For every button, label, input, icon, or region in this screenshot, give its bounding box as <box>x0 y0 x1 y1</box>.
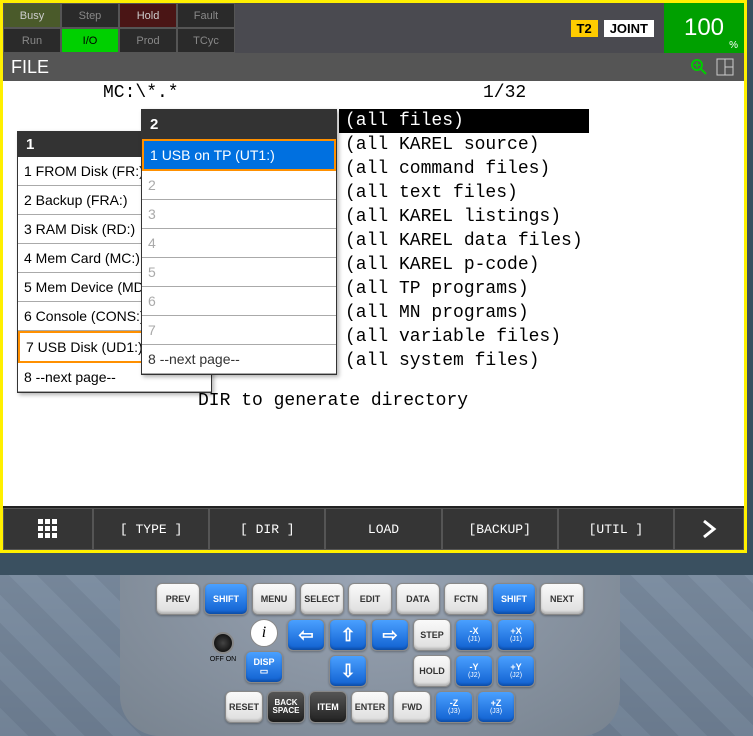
file-row-selected[interactable]: (all files) <box>339 109 589 133</box>
file-row[interactable]: (all KAREL p-code) <box>339 253 589 277</box>
key-shift-left[interactable]: SHIFT <box>204 583 248 615</box>
title-bar: FILE <box>3 53 744 81</box>
key-jog-neg-z[interactable]: -Z(J3) <box>435 691 473 723</box>
file-row[interactable]: (all TP programs) <box>339 277 589 301</box>
file-row[interactable]: (all KAREL data files) <box>339 229 589 253</box>
softkey-backup[interactable]: [BACKUP] <box>442 508 558 550</box>
screen-area: Busy Step Hold Fault Run I/O Prod TCyc T… <box>0 0 747 553</box>
override-percent: 100 % <box>664 3 744 53</box>
key-jog-pos-x[interactable]: +X(J1) <box>497 619 535 651</box>
status-cells: Busy Step Hold Fault Run I/O Prod TCyc <box>3 3 235 53</box>
softkey-menu-icon[interactable] <box>3 508 93 550</box>
file-row[interactable]: (all KAREL source) <box>339 133 589 157</box>
key-enter[interactable]: ENTER <box>351 691 389 723</box>
page-indicator: 1/32 <box>483 83 526 103</box>
menu2-item[interactable]: 4 <box>142 229 336 258</box>
key-item[interactable]: ITEM <box>309 691 347 723</box>
key-jog-pos-y[interactable]: +Y(J2) <box>497 655 535 687</box>
zoom-icon[interactable] <box>688 56 710 78</box>
softkey-dir[interactable]: [ DIR ] <box>209 508 325 550</box>
info-icon[interactable]: i <box>250 619 278 647</box>
key-select[interactable]: SELECT <box>300 583 344 615</box>
status-prod: Prod <box>119 28 177 53</box>
key-arrow-down-icon[interactable]: ⇩ <box>329 655 367 687</box>
key-hold[interactable]: HOLD <box>413 655 451 687</box>
menu2-item[interactable]: 5 <box>142 258 336 287</box>
on-off-switch[interactable]: OFF ON <box>205 619 241 675</box>
hint-text: DIR to generate directory <box>198 391 468 411</box>
key-arrow-up-icon[interactable]: ⇧ <box>329 619 367 651</box>
status-middle: T2 JOINT <box>235 3 664 53</box>
status-run: Run <box>3 28 61 53</box>
file-row[interactable]: (all KAREL listings) <box>339 205 589 229</box>
file-row[interactable]: (all command files) <box>339 157 589 181</box>
key-reset[interactable]: RESET <box>225 691 263 723</box>
menu2-item-selected[interactable]: 1 USB on TP (UT1:) <box>142 139 336 171</box>
softkey-type[interactable]: [ TYPE ] <box>93 508 209 550</box>
screen-title: FILE <box>11 57 49 78</box>
key-prev[interactable]: PREV <box>156 583 200 615</box>
key-disp[interactable]: DISP▭ <box>245 651 283 683</box>
softkey-next-icon[interactable] <box>674 508 744 550</box>
menu2-item[interactable]: 6 <box>142 287 336 316</box>
key-backspace[interactable]: BACKSPACE <box>267 691 305 723</box>
status-io: I/O <box>61 28 119 53</box>
status-hold: Hold <box>119 3 177 28</box>
key-jog-pos-z[interactable]: +Z(J3) <box>477 691 515 723</box>
key-shift-right[interactable]: SHIFT <box>492 583 536 615</box>
key-next[interactable]: NEXT <box>540 583 584 615</box>
status-bar: Busy Step Hold Fault Run I/O Prod TCyc T… <box>3 3 744 53</box>
menu2-item[interactable]: 2 <box>142 171 336 200</box>
key-data[interactable]: DATA <box>396 583 440 615</box>
current-path: MC:\*.* <box>103 83 483 103</box>
status-tcyc: TCyc <box>177 28 235 53</box>
key-step[interactable]: STEP <box>413 619 451 651</box>
key-jog-neg-x[interactable]: -X(J1) <box>455 619 493 651</box>
status-fault: Fault <box>177 3 235 28</box>
status-step: Step <box>61 3 119 28</box>
file-row[interactable]: (all variable files) <box>339 325 589 349</box>
split-view-icon[interactable] <box>714 56 736 78</box>
menu2-item[interactable]: 7 <box>142 316 336 345</box>
key-menu[interactable]: MENU <box>252 583 296 615</box>
content-area: MC:\*.* 1/32 (all files) (all KAREL sour… <box>3 81 744 506</box>
t2-badge: T2 <box>571 20 598 37</box>
file-list: (all files) (all KAREL source) (all comm… <box>339 109 589 373</box>
key-edit[interactable]: EDIT <box>348 583 392 615</box>
menu2-item[interactable]: 3 <box>142 200 336 229</box>
file-row[interactable]: (all MN programs) <box>339 301 589 325</box>
softkey-bar: [ TYPE ] [ DIR ] LOAD [BACKUP] [UTIL ] <box>3 506 744 550</box>
key-jog-neg-y[interactable]: -Y(J2) <box>455 655 493 687</box>
softkey-util[interactable]: [UTIL ] <box>558 508 674 550</box>
pendant-area: PREV SHIFT MENU SELECT EDIT DATA FCTN SH… <box>0 575 753 736</box>
device-menu-2: 2 1 USB on TP (UT1:) 2 3 4 5 6 7 8 --nex… <box>141 109 337 375</box>
joint-badge: JOINT <box>604 20 654 37</box>
file-row[interactable]: (all text files) <box>339 181 589 205</box>
key-fwd[interactable]: FWD <box>393 691 431 723</box>
menu2-header: 2 <box>142 110 336 139</box>
key-arrow-right-icon[interactable]: ⇨ <box>371 619 409 651</box>
menu2-item[interactable]: 8 --next page-- <box>142 345 336 374</box>
file-row[interactable]: (all system files) <box>339 349 589 373</box>
softkey-load[interactable]: LOAD <box>325 508 441 550</box>
status-busy: Busy <box>3 3 61 28</box>
key-fctn[interactable]: FCTN <box>444 583 488 615</box>
pendant-body: PREV SHIFT MENU SELECT EDIT DATA FCTN SH… <box>120 575 620 736</box>
key-arrow-left-icon[interactable]: ⇦ <box>287 619 325 651</box>
